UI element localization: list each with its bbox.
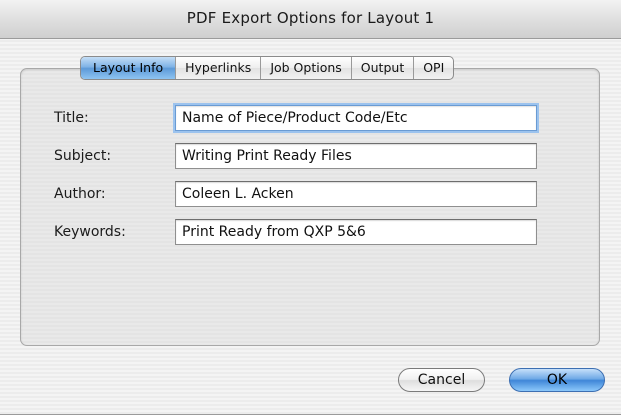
- window-title: PDF Export Options for Layout 1: [186, 9, 435, 27]
- ok-button[interactable]: OK: [509, 368, 605, 392]
- title-row: Title:: [54, 105, 554, 133]
- cancel-button[interactable]: Cancel: [398, 368, 485, 392]
- author-label: Author:: [54, 186, 106, 202]
- pdf-export-options-dialog: PDF Export Options for Layout 1 Title: S…: [0, 0, 621, 415]
- tab-output[interactable]: Output: [350, 57, 413, 79]
- subject-label: Subject:: [54, 148, 112, 164]
- tab-bar: Layout Info Hyperlinks Job Options Outpu…: [80, 56, 455, 80]
- title-bar[interactable]: PDF Export Options for Layout 1: [0, 0, 621, 39]
- subject-field[interactable]: [175, 143, 537, 169]
- author-field[interactable]: [175, 181, 537, 207]
- keywords-label: Keywords:: [54, 224, 126, 240]
- keywords-field[interactable]: [175, 219, 537, 245]
- title-label: Title:: [54, 110, 89, 126]
- keywords-row: Keywords:: [54, 219, 554, 247]
- tab-opi[interactable]: OPI: [413, 57, 453, 79]
- subject-row: Subject:: [54, 143, 554, 171]
- tab-job-options[interactable]: Job Options: [260, 57, 350, 79]
- tab-layout-info[interactable]: Layout Info: [81, 57, 176, 79]
- tab-hyperlinks[interactable]: Hyperlinks: [175, 57, 260, 79]
- title-field[interactable]: [175, 105, 537, 131]
- author-row: Author:: [54, 181, 554, 209]
- tab-content-panel: Title: Subject: Author: Keywords:: [20, 68, 600, 346]
